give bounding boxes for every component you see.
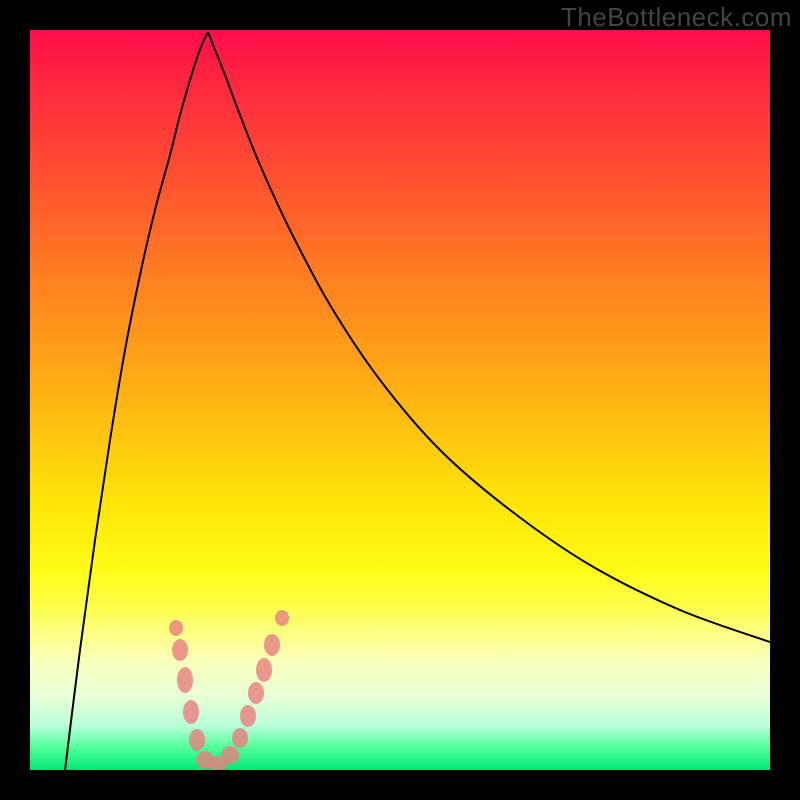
marker-group [169,610,289,770]
data-marker [183,700,199,724]
data-marker [189,729,205,751]
data-marker [169,620,183,636]
data-marker [232,728,248,748]
curve-group [65,32,770,770]
data-marker [248,682,264,704]
data-marker [264,634,280,656]
data-marker [256,658,272,682]
curve-layer [30,30,770,770]
data-marker [172,639,188,661]
chart-container: TheBottleneck.com [0,0,800,800]
data-marker [275,610,289,626]
curve-left-branch [65,32,208,770]
data-marker [221,746,239,764]
data-marker [177,667,193,693]
plot-area [30,30,770,770]
curve-right-branch [208,32,770,642]
data-marker [240,705,256,727]
watermark-text: TheBottleneck.com [561,2,792,33]
